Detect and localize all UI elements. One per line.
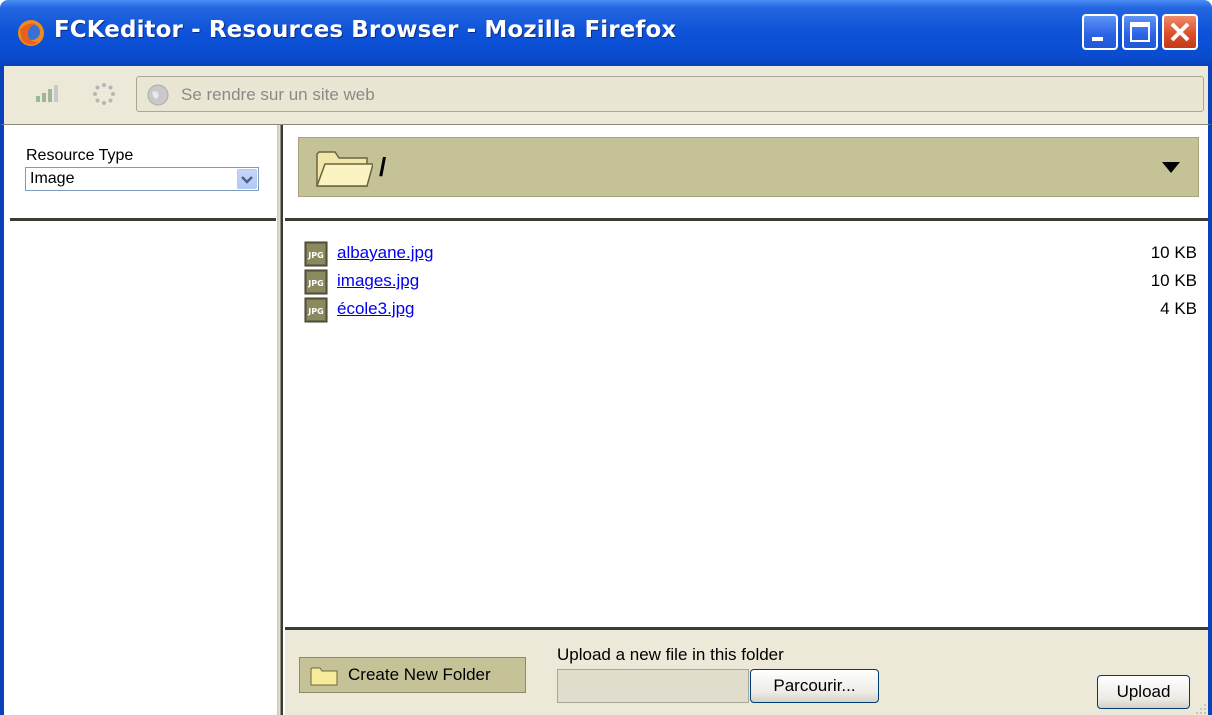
file-size: 10 KB <box>1150 243 1197 262</box>
window-titlebar[interactable]: FCKeditor - Resources Browser - Mozilla … <box>0 0 1212 66</box>
upload-label: Upload a new file in this folder <box>557 645 784 664</box>
loading-throbber-icon <box>93 83 115 105</box>
resources-browser: Resource Type Image / JPG albayane.jpg 1… <box>0 124 1212 715</box>
navigation-bar: Se rendre sur un site web <box>0 66 1212 124</box>
url-placeholder: Se rendre sur un site web <box>181 85 375 104</box>
resource-type-panel: Resource Type Image <box>4 125 276 221</box>
firefox-logo-icon <box>18 20 44 46</box>
close-icon <box>1170 22 1190 42</box>
svg-text:JPG: JPG <box>307 307 323 316</box>
signal-strength-icon <box>36 85 58 102</box>
upload-file-input[interactable] <box>557 669 749 703</box>
chevron-down-icon <box>241 176 253 184</box>
file-row[interactable]: JPG albayane.jpg 10 KB <box>303 241 1197 267</box>
upload-toolbar: Create New Folder Upload a new file in t… <box>285 627 1208 715</box>
file-name-link[interactable]: albayane.jpg <box>337 243 433 263</box>
maximize-button[interactable] <box>1122 14 1158 50</box>
svg-text:JPG: JPG <box>307 279 323 288</box>
current-folder-bar[interactable]: / <box>298 137 1199 197</box>
resource-type-select[interactable]: Image <box>25 167 259 191</box>
jpg-file-icon: JPG <box>304 297 328 323</box>
minimize-button[interactable] <box>1082 14 1118 50</box>
file-list: JPG albayane.jpg 10 KB JPG images.jpg 10… <box>285 221 1208 627</box>
maximize-icon <box>1130 22 1150 42</box>
svg-text:JPG: JPG <box>307 251 323 260</box>
resize-grip-icon[interactable] <box>1192 700 1208 715</box>
minimize-icon <box>1092 37 1103 41</box>
create-new-folder-label: Create New Folder <box>348 665 491 684</box>
caret-down-icon[interactable] <box>1162 162 1180 174</box>
create-new-folder-button[interactable]: Create New Folder <box>299 657 526 693</box>
upload-button[interactable]: Upload <box>1097 675 1190 709</box>
file-size: 10 KB <box>1150 271 1197 290</box>
dropdown-arrow-button[interactable] <box>237 169 257 189</box>
file-size: 4 KB <box>1160 299 1197 318</box>
window-title: FCKeditor - Resources Browser - Mozilla … <box>54 17 677 43</box>
browse-button[interactable]: Parcourir... <box>750 669 879 703</box>
globe-icon <box>147 84 169 106</box>
folder-path: / <box>379 152 387 182</box>
file-name-link[interactable]: images.jpg <box>337 271 419 291</box>
jpg-file-icon: JPG <box>304 269 328 295</box>
folder-open-icon <box>315 151 373 187</box>
resource-type-value: Image <box>30 170 75 187</box>
jpg-file-icon: JPG <box>304 241 328 267</box>
file-row[interactable]: JPG images.jpg 10 KB <box>303 269 1197 295</box>
frame-divider[interactable] <box>276 125 285 715</box>
folder-icon <box>310 667 338 686</box>
folder-header: / <box>285 125 1208 221</box>
close-button[interactable] <box>1162 14 1198 50</box>
url-bar[interactable]: Se rendre sur un site web <box>136 76 1204 112</box>
file-name-link[interactable]: école3.jpg <box>337 299 415 319</box>
file-row[interactable]: JPG école3.jpg 4 KB <box>303 297 1197 323</box>
resource-type-label: Resource Type <box>26 147 134 164</box>
